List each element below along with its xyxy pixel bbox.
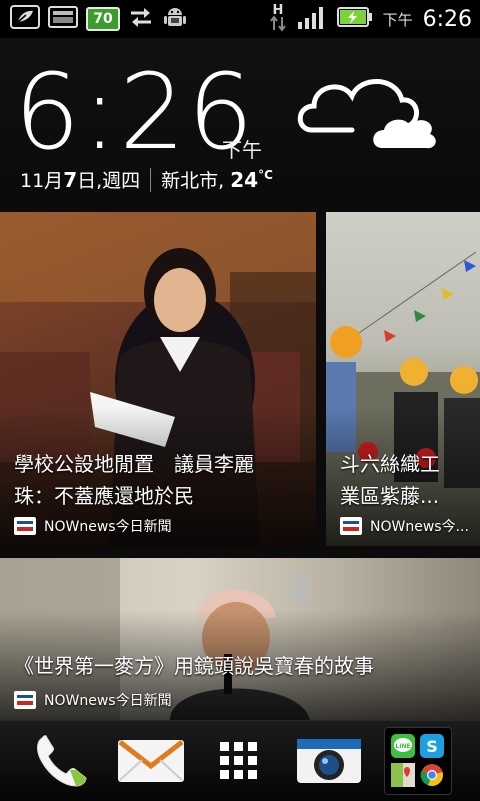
clock-ampm: 下午	[222, 138, 262, 162]
news-source: NOWnews今...	[340, 516, 469, 536]
date-location-line: 11月 7 日, 週四 新北市, 24°C	[20, 166, 273, 193]
weather-temperature-group: 24°C	[230, 168, 273, 192]
notification-icons: 70	[10, 4, 188, 34]
clock-time[interactable]: 6:26	[14, 60, 256, 164]
signal-icon	[297, 4, 327, 34]
date-day-suffix: 日,	[77, 170, 103, 192]
headline-line-1: 學校公設地閒置 議員李麗	[14, 452, 254, 476]
line-icon-label: LINE	[395, 743, 410, 750]
date-month: 11月	[20, 170, 64, 192]
system-icons: H 下午 6:26	[269, 2, 472, 36]
hspa-icon: H	[269, 2, 287, 36]
phone-icon[interactable]	[26, 727, 96, 795]
news-source: NOWnews今日新聞	[14, 516, 172, 536]
svg-text:S: S	[426, 737, 438, 756]
weather-temperature-unit: °C	[258, 167, 273, 182]
news-card[interactable]: 學校公設地閒置 議員李麗 珠：不蓋應還地於民 NOWnews今日新聞	[0, 212, 316, 546]
cloudy-icon[interactable]	[292, 68, 442, 162]
maps-icon[interactable]	[391, 763, 415, 787]
source-name: NOWnews今日新聞	[44, 519, 172, 535]
app-drawer-icon[interactable]	[204, 727, 274, 795]
clock-weather-widget[interactable]: 6:26 下午 11月 7 日, 週四 新北市, 24°C	[0, 38, 480, 208]
status-ampm: 下午	[382, 10, 413, 29]
launcher-dock: LINE S	[0, 720, 480, 801]
date-weekday: 週四	[102, 170, 141, 192]
news-headline: 學校公設地閒置 議員李麗 珠：不蓋應還地於民	[14, 448, 310, 512]
source-name: NOWnews今日新聞	[44, 693, 172, 709]
status-time: 6:26	[422, 6, 472, 32]
weather-city: 新北市,	[161, 170, 225, 192]
android-debug-icon	[162, 4, 188, 34]
nownews-logo-icon	[340, 517, 362, 535]
app-folder[interactable]: LINE S	[384, 727, 452, 795]
mail-icon[interactable]	[116, 727, 186, 795]
date-divider	[150, 167, 152, 192]
evernote-icon	[10, 5, 40, 33]
source-name: NOWnews今...	[370, 519, 469, 535]
battery-level-icon: 70	[86, 7, 120, 31]
headline-line-1: 斗六絲織工	[340, 452, 440, 476]
sync-icon	[128, 6, 154, 32]
chrome-icon[interactable]	[420, 763, 444, 787]
headline-line-2: 業區紫藤...	[340, 484, 440, 508]
weather-temperature: 24	[230, 167, 259, 192]
nownews-logo-icon	[14, 517, 36, 535]
nownews-logo-icon	[14, 691, 36, 709]
headline-line-1: 《世界第一麥方》用鏡頭說吳寶春的故事	[14, 654, 374, 678]
skype-icon[interactable]: S	[420, 734, 444, 758]
news-card[interactable]: 斗六絲織工 業區紫藤... NOWnews今...	[326, 212, 480, 546]
status-bar[interactable]: 70 H 下午 6:26	[0, 0, 480, 38]
camera-icon[interactable]	[294, 727, 364, 795]
headline-line-2: 珠：不蓋應還地於民	[14, 484, 194, 508]
news-headline: 《世界第一麥方》用鏡頭說吳寶春的故事	[14, 650, 474, 682]
line-icon[interactable]: LINE	[391, 734, 415, 758]
news-headline: 斗六絲織工 業區紫藤...	[340, 448, 480, 512]
news-card[interactable]: 《世界第一麥方》用鏡頭說吳寶春的故事 NOWnews今日新聞	[0, 558, 480, 720]
date-day: 7	[63, 167, 78, 192]
news-source: NOWnews今日新聞	[14, 690, 172, 710]
charging-battery-icon	[336, 6, 373, 32]
keyboard-icon	[48, 6, 78, 32]
